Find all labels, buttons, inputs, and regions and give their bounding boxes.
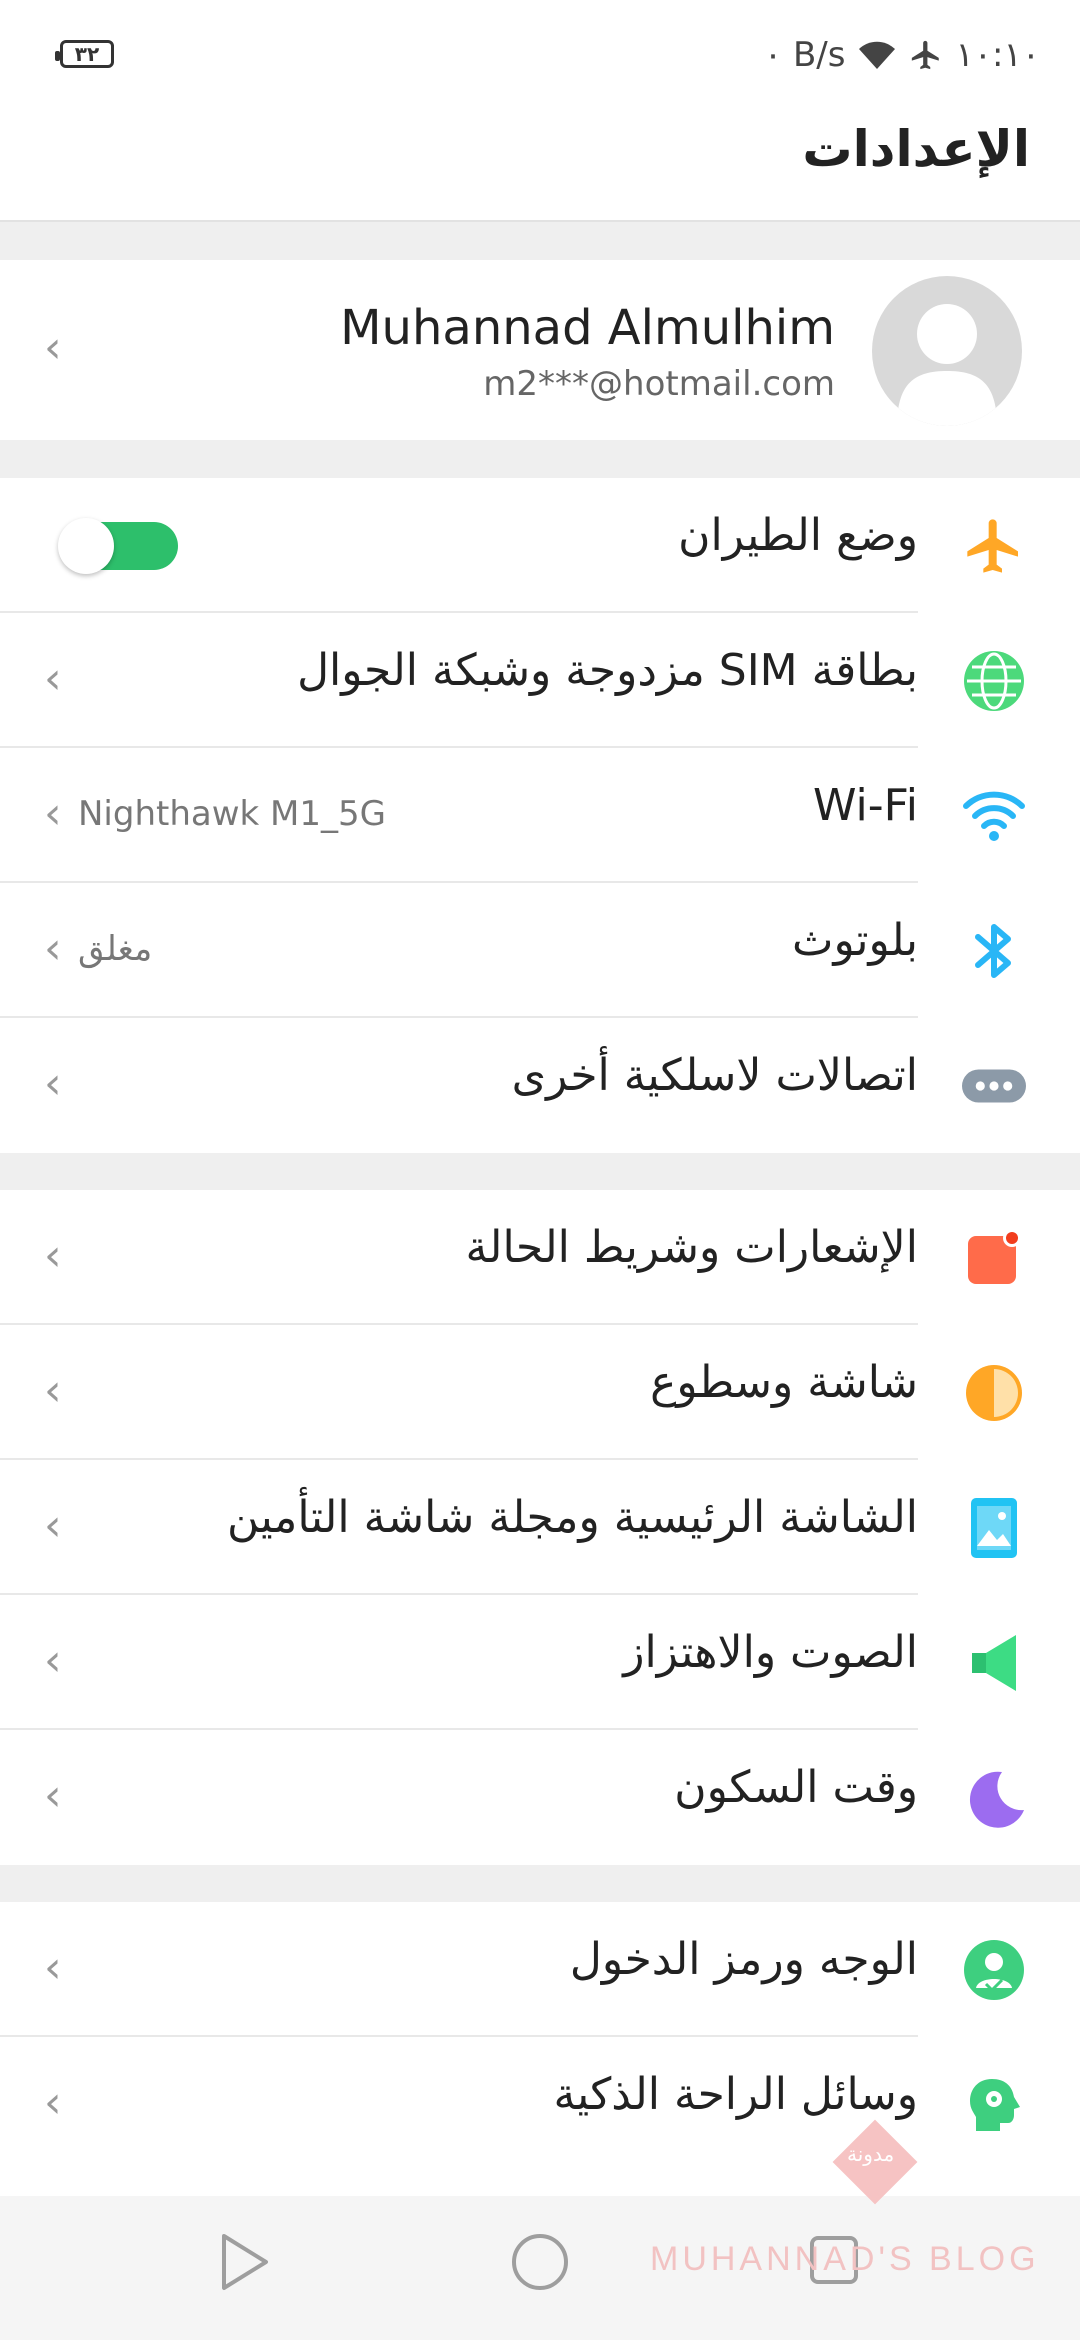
wifi-label: Wi-Fi xyxy=(813,780,918,831)
settings-item-display[interactable]: شاشة وسطوع ‹ xyxy=(0,1325,1080,1460)
notifications-label: الإشعارات وشريط الحالة xyxy=(465,1222,918,1273)
settings-item-airplane-mode[interactable]: وضع الطيران xyxy=(0,478,1080,613)
smart-assist-label: وسائل الراحة الذكية xyxy=(553,2069,918,2120)
watermark-badge-text: مدونة xyxy=(847,2142,895,2166)
settings-item-home-lock[interactable]: الشاشة الرئيسية ومجلة شاشة التأمين ‹ xyxy=(0,1460,1080,1595)
sound-icon xyxy=(962,1631,1026,1695)
status-indicators: ٠ B/s ١٠:١٠ xyxy=(764,30,1040,80)
settings-item-notifications[interactable]: الإشعارات وشريط الحالة ‹ xyxy=(0,1190,1080,1325)
wifi-network-name: Nighthawk M1_5G xyxy=(78,794,386,834)
security-group: الوجه ورمز الدخول ‹ وسائل الراحة الذكية … xyxy=(0,1902,1080,2196)
battery-level: ٣٢ xyxy=(74,42,100,66)
bluetooth-label: بلوتوث xyxy=(792,915,918,966)
page-header: الإعدادات xyxy=(0,110,1080,222)
back-button[interactable] xyxy=(220,2232,270,2296)
network-speed: ٠ B/s xyxy=(763,35,846,75)
chevron-left-icon: ‹ xyxy=(44,322,62,373)
chevron-left-icon: ‹ xyxy=(44,653,62,704)
display-group: الإشعارات وشريط الحالة ‹ شاشة وسطوع ‹ ال… xyxy=(0,1190,1080,1865)
do-not-disturb-label: وقت السكون xyxy=(674,1762,918,1813)
chevron-left-icon: ‹ xyxy=(44,1365,62,1416)
toggle-knob xyxy=(58,518,114,574)
settings-item-do-not-disturb[interactable]: وقت السكون ‹ xyxy=(0,1730,1080,1865)
airplane-status-icon xyxy=(909,38,943,72)
display-label: شاشة وسطوع xyxy=(650,1357,918,1408)
chevron-left-icon: ‹ xyxy=(44,1770,62,1821)
wifi-icon xyxy=(962,784,1026,848)
profile-email: m2***@hotmail.com xyxy=(483,364,835,404)
settings-item-wifi[interactable]: Wi-Fi Nighthawk M1_5G ‹ xyxy=(0,748,1080,883)
smart-assist-icon xyxy=(962,2073,1026,2137)
settings-item-bluetooth[interactable]: بلوتوث مغلق ‹ xyxy=(0,883,1080,1018)
page-title: الإعدادات xyxy=(802,120,1030,178)
home-button[interactable] xyxy=(510,2232,570,2296)
sound-label: الصوت والاهتزاز xyxy=(623,1627,918,1678)
other-wireless-label: اتصالات لاسلكية أخرى xyxy=(511,1050,918,1101)
brightness-icon xyxy=(962,1361,1026,1425)
settings-item-sound[interactable]: الصوت والاهتزاز ‹ xyxy=(0,1595,1080,1730)
battery-icon: ٣٢ xyxy=(55,40,114,68)
settings-item-other-wireless[interactable]: اتصالات لاسلكية أخرى ‹ xyxy=(0,1018,1080,1153)
connectivity-group: وضع الطيران بطاقة SIM مزدوجة وشبكة الجوا… xyxy=(0,478,1080,1153)
airplane-mode-label: وضع الطيران xyxy=(678,510,918,561)
face-passcode-icon xyxy=(962,1938,1026,2002)
chevron-left-icon: ‹ xyxy=(44,788,62,839)
bluetooth-status: مغلق xyxy=(78,929,153,969)
avatar xyxy=(872,276,1022,426)
chevron-left-icon: ‹ xyxy=(44,1500,62,1551)
chevron-left-icon: ‹ xyxy=(44,2077,62,2128)
face-passcode-label: الوجه ورمز الدخول xyxy=(569,1934,918,1985)
notification-icon xyxy=(962,1226,1026,1290)
chevron-left-icon: ‹ xyxy=(44,1230,62,1281)
clock: ١٠:١٠ xyxy=(955,35,1040,75)
watermark-text: MUHANNAD'S BLOG xyxy=(650,2240,1040,2278)
moon-icon xyxy=(962,1766,1026,1830)
account-profile-row[interactable]: Muhannad Almulhim m2***@hotmail.com ‹ xyxy=(0,260,1080,440)
globe-icon xyxy=(962,649,1026,713)
profile-name: Muhannad Almulhim xyxy=(340,300,835,356)
wifi-status-icon xyxy=(857,39,897,71)
settings-item-smart-assist[interactable]: وسائل الراحة الذكية ‹ xyxy=(0,2037,1080,2172)
chevron-left-icon: ‹ xyxy=(44,1635,62,1686)
home-lock-label: الشاشة الرئيسية ومجلة شاشة التأمين xyxy=(226,1492,918,1543)
chevron-left-icon: ‹ xyxy=(44,923,62,974)
bluetooth-icon xyxy=(962,919,1026,983)
wallpaper-icon xyxy=(962,1496,1026,1560)
settings-item-face-passcode[interactable]: الوجه ورمز الدخول ‹ xyxy=(0,1902,1080,2037)
chevron-left-icon: ‹ xyxy=(44,1942,62,1993)
airplane-mode-toggle[interactable] xyxy=(58,518,178,574)
settings-item-sim[interactable]: بطاقة SIM مزدوجة وشبكة الجوال ‹ xyxy=(0,613,1080,748)
sim-label: بطاقة SIM مزدوجة وشبكة الجوال xyxy=(297,645,918,696)
more-connections-icon xyxy=(962,1054,1026,1118)
airplane-icon xyxy=(962,514,1026,578)
status-bar: ٣٢ ٠ B/s ١٠:١٠ xyxy=(0,0,1080,110)
chevron-left-icon: ‹ xyxy=(44,1058,62,1109)
